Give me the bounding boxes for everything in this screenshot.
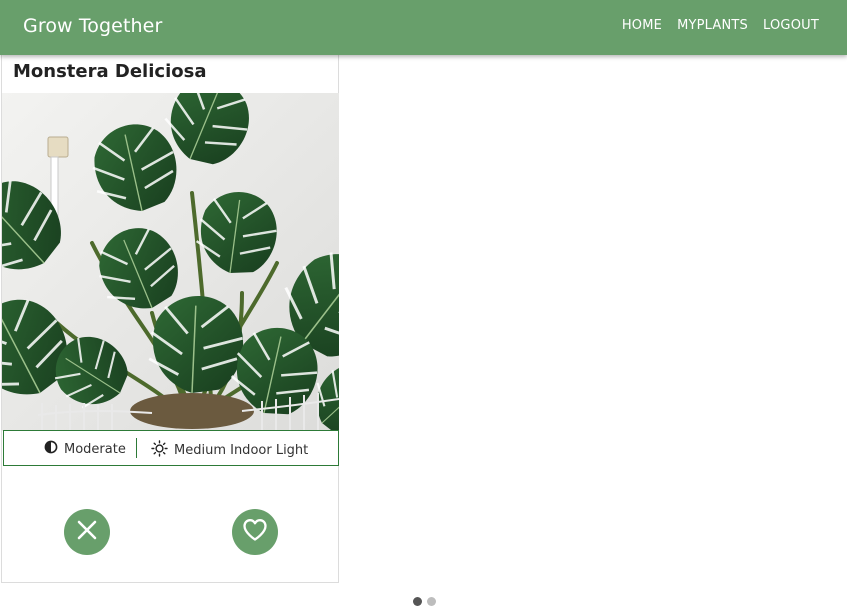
nav-link-myplants[interactable]: MYPLANTS [677,18,748,34]
water-info: Moderate [44,440,126,459]
light-info: Medium Indoor Light [151,440,308,462]
light-label: Medium Indoor Light [174,443,309,458]
like-button[interactable] [232,509,278,555]
sun-icon [151,440,168,462]
dislike-button[interactable] [64,509,110,555]
nav-link-home[interactable]: HOME [622,18,662,34]
close-icon [76,519,98,546]
water-label: Moderate [64,441,126,457]
plant-photo [2,93,339,431]
top-navbar: Grow Together HOME MYPLANTS LOGOUT [0,0,847,55]
carousel-pagination [413,597,436,606]
half-circle-contrast-icon [44,440,58,459]
care-divider [136,438,137,458]
plant-card: Monstera Deliciosa Moderate Medium Indoo… [1,55,339,583]
care-info-bar: Moderate Medium Indoor Light [3,430,339,466]
nav-links: HOME MYPLANTS LOGOUT [622,18,819,34]
pagination-dot-1[interactable] [413,597,422,606]
plant-name: Monstera Deliciosa [13,61,207,82]
pagination-dot-2[interactable] [427,597,436,606]
nav-link-logout[interactable]: LOGOUT [763,18,819,34]
heart-icon [242,518,268,547]
brand-title[interactable]: Grow Together [23,15,162,37]
